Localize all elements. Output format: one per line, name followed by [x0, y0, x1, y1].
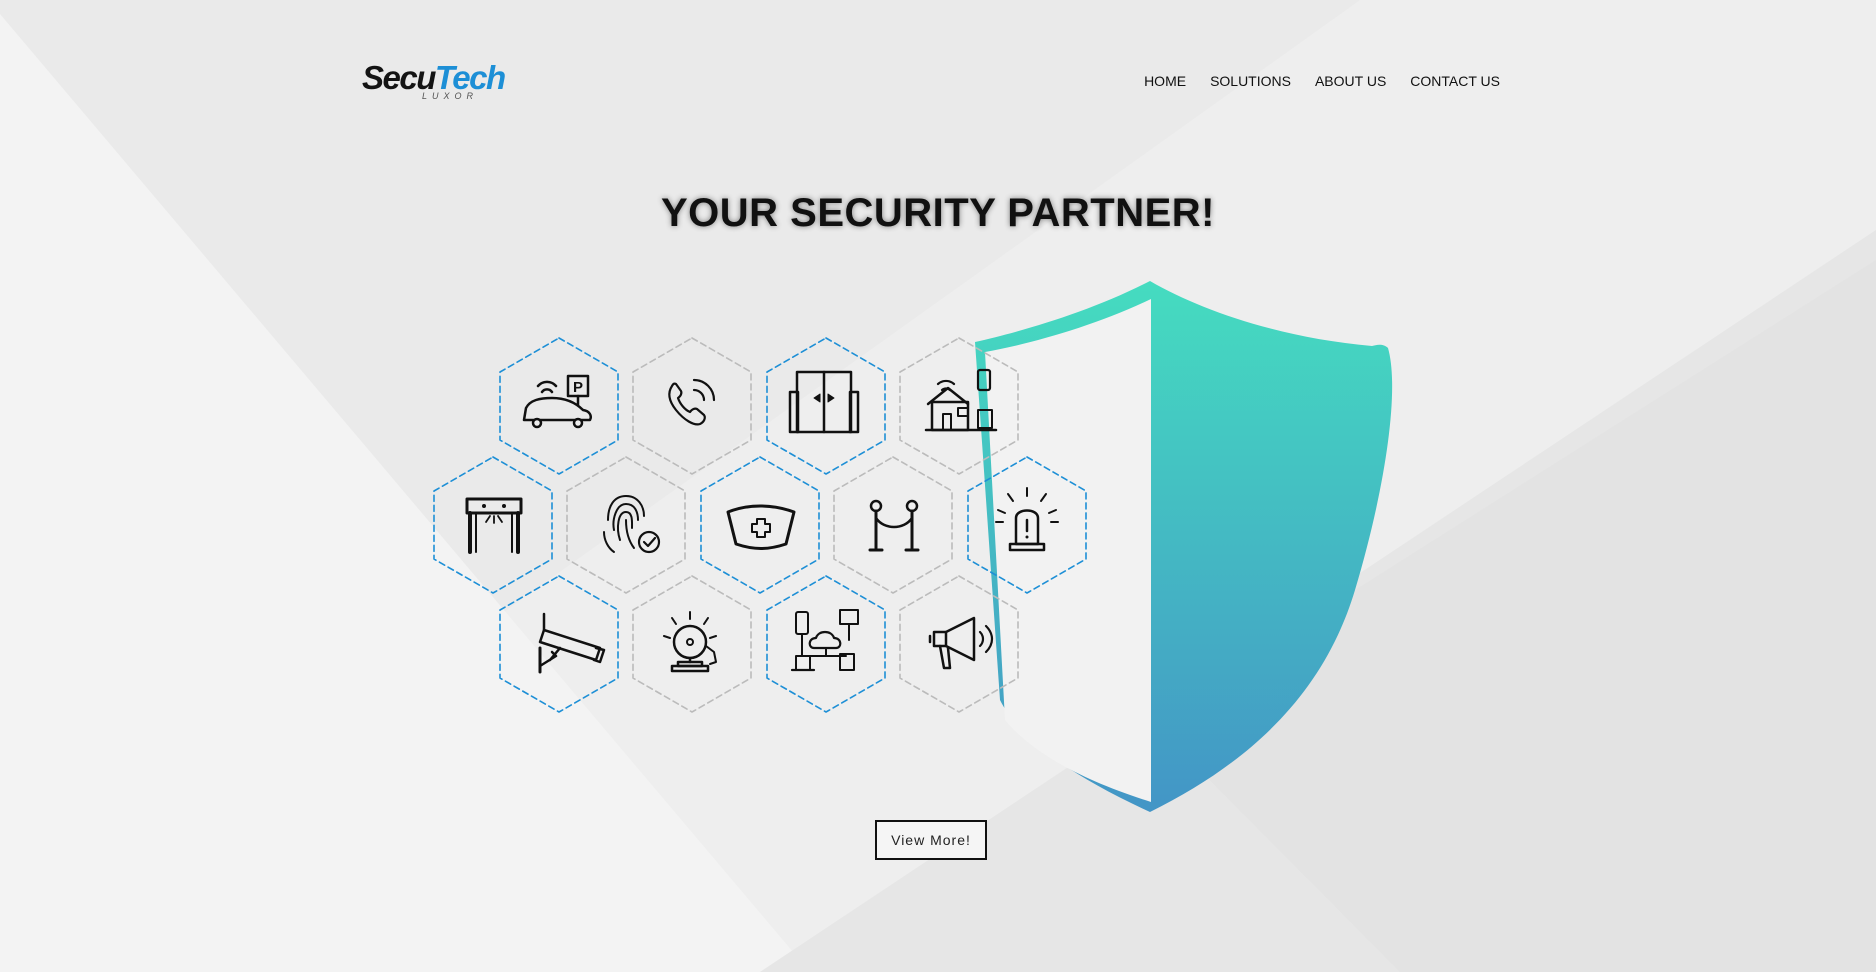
hex-tile-megaphone[interactable]: [899, 575, 1019, 713]
svg-text:P: P: [573, 379, 583, 396]
security-camera-icon: [538, 612, 606, 674]
hex-tile-camera[interactable]: [499, 575, 619, 713]
hex-tile-doors[interactable]: [766, 337, 886, 475]
megaphone-icon: [928, 616, 994, 670]
hex-tile-nurse-cap[interactable]: [700, 456, 820, 594]
hex-tile-cloud[interactable]: [766, 575, 886, 713]
fingerprint-check-icon: [603, 495, 661, 554]
hex-tile-smart-home[interactable]: [899, 337, 1019, 475]
automatic-door-icon: [788, 370, 860, 434]
hex-tile-fingerprint[interactable]: [566, 456, 686, 594]
smart-home-icon: [924, 368, 998, 432]
rope-barrier-icon: [868, 499, 920, 552]
hex-tile-phone[interactable]: [632, 337, 752, 475]
hex-tile-parking[interactable]: P: [499, 337, 619, 475]
nurse-cap-icon: [726, 504, 796, 550]
hex-tile-siren[interactable]: [967, 456, 1087, 594]
hex-tile-metal-detector[interactable]: [433, 456, 553, 594]
car-parking-icon: P: [522, 374, 592, 429]
hex-tile-bell[interactable]: [632, 575, 752, 713]
fire-bell-icon: [663, 611, 717, 673]
phone-call-icon: [668, 378, 716, 426]
cloud-network-icon: [790, 609, 859, 672]
alarm-siren-icon: [995, 487, 1059, 552]
hex-tile-rope-barrier[interactable]: [833, 456, 953, 594]
view-more-button[interactable]: View More!: [875, 820, 987, 860]
metal-detector-gate-icon: [465, 497, 523, 554]
